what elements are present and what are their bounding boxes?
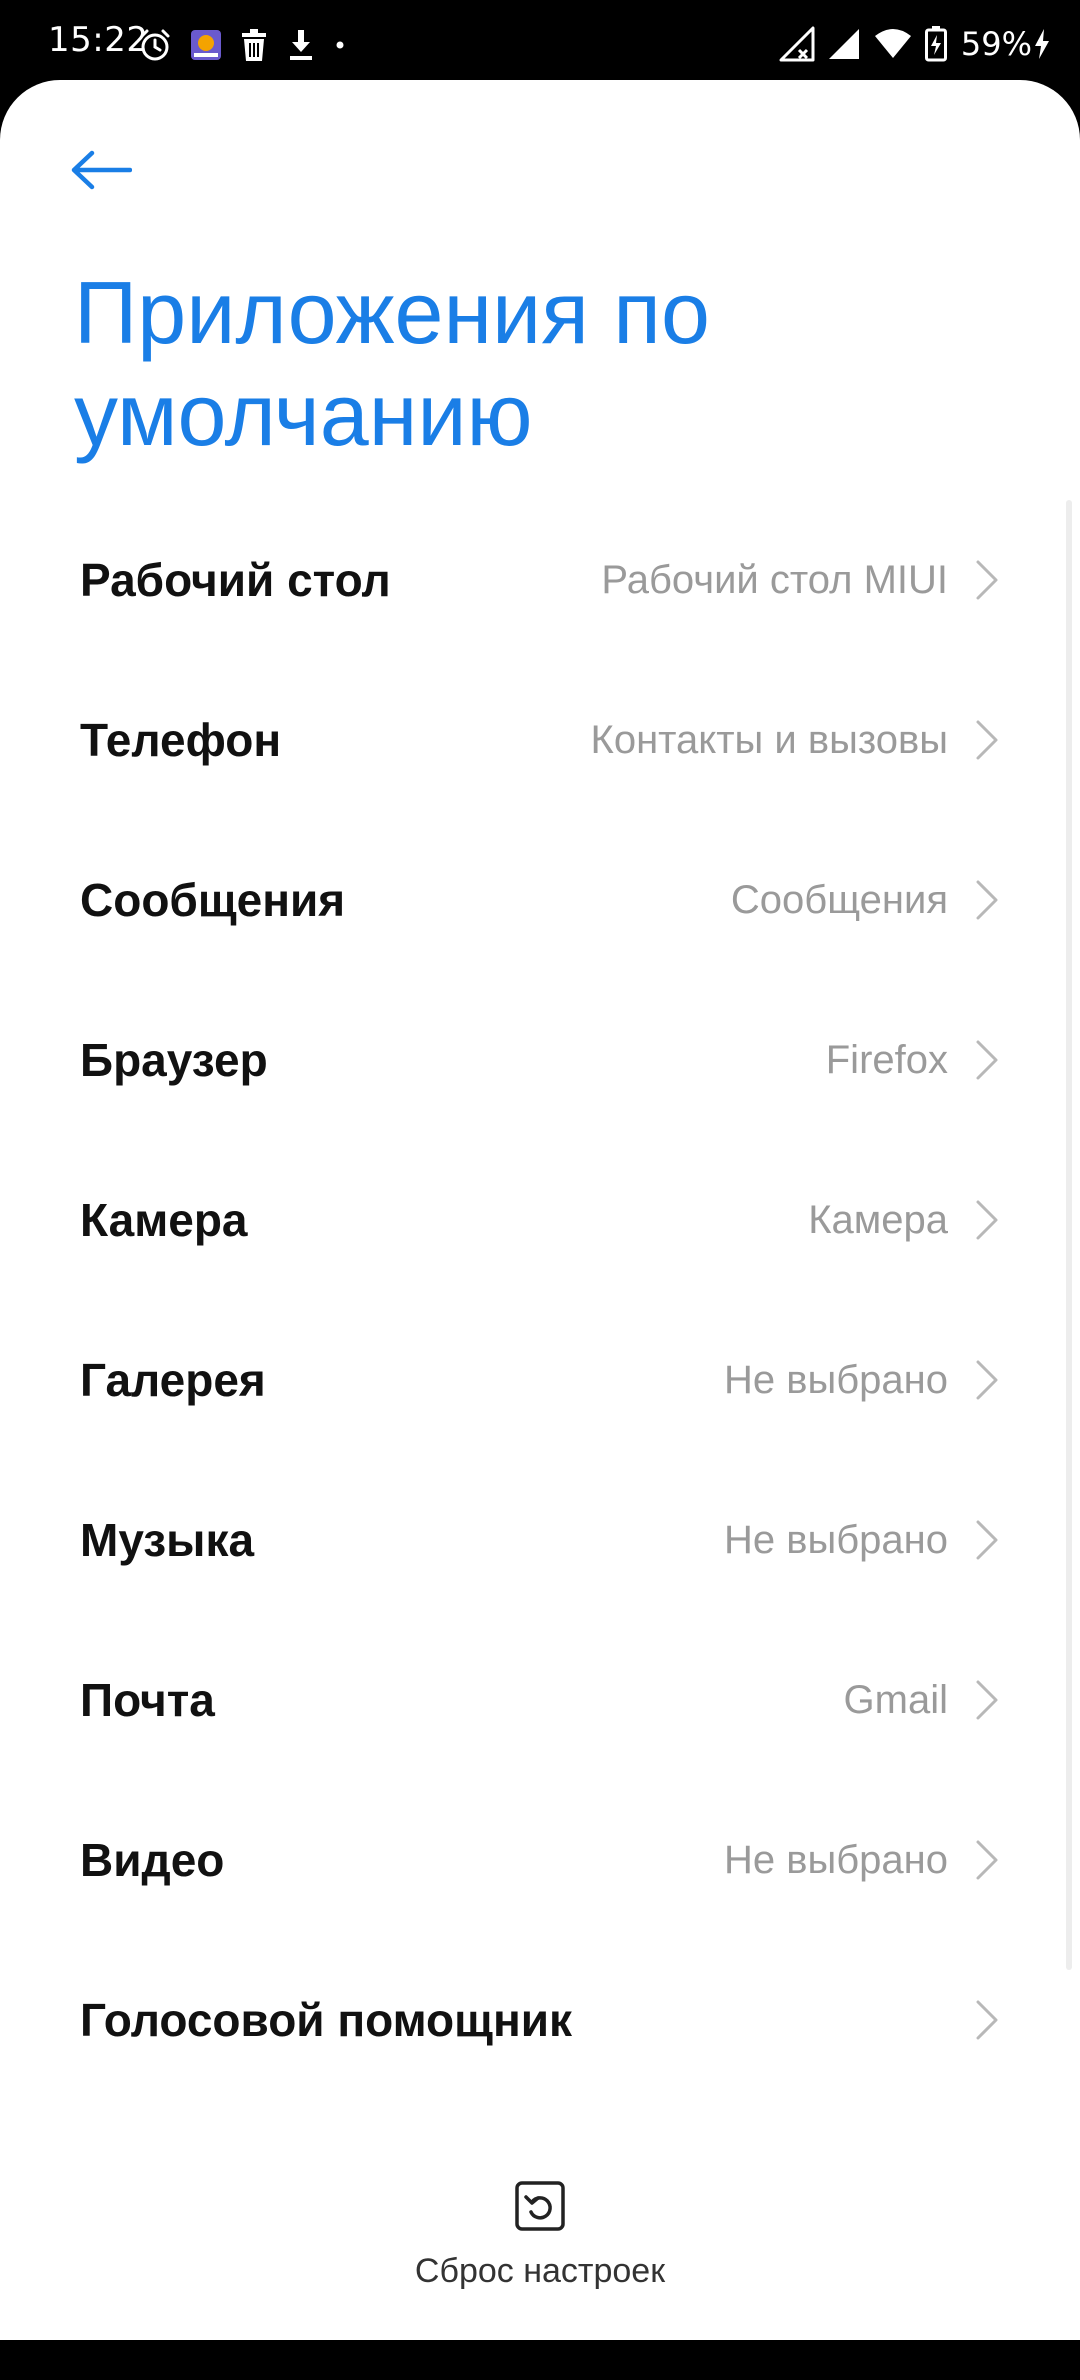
signal-icon [827, 27, 861, 61]
reset-settings-button[interactable]: Сброс настроек [0, 2180, 1080, 2380]
status-time: 15:22 [48, 20, 149, 60]
row-label: Галерея [80, 1354, 266, 1406]
arrow-left-icon [71, 150, 132, 190]
row-value: Firefox [825, 1037, 948, 1082]
row-value: Сообщения [730, 877, 948, 922]
row-label: Камера [80, 1194, 248, 1246]
default-app-row-gallery[interactable]: Галерея Не выбрано [0, 1300, 1080, 1460]
default-app-row-voice-assistant[interactable]: Голосовой помощник [0, 1940, 1080, 2100]
chevron-right-icon [976, 2000, 998, 2040]
chevron-right-icon [976, 1520, 998, 1560]
row-label: Голосовой помощник [80, 1994, 573, 2046]
row-value: Камера [808, 1197, 948, 1242]
status-left-icons [138, 25, 364, 65]
chevron-right-icon [976, 880, 998, 920]
battery-percent: 59% [960, 25, 1032, 63]
default-apps-list: Рабочий стол Рабочий стол MIUI Телефон К… [0, 500, 1080, 2100]
battery-charging-icon [924, 26, 947, 62]
dot-icon [334, 39, 346, 51]
row-value: Не выбрано [724, 1357, 948, 1402]
chevron-right-icon [976, 1040, 998, 1080]
default-app-row-home[interactable]: Рабочий стол Рабочий стол MIUI [0, 500, 1080, 660]
reset-icon [515, 2181, 565, 2231]
charging-bolt-icon [1034, 29, 1050, 59]
chevron-right-icon [976, 560, 998, 600]
reset-label: Сброс настроек [414, 2252, 666, 2290]
back-button[interactable] [70, 130, 160, 210]
default-app-row-phone[interactable]: Телефон Контакты и вызовы [0, 660, 1080, 820]
row-value: Рабочий стол MIUI [601, 557, 948, 602]
row-value: Не выбрано [724, 1517, 948, 1562]
row-value: Не выбрано [724, 1837, 948, 1882]
row-value: Gmail [843, 1677, 948, 1722]
row-label: Видео [80, 1834, 225, 1886]
alarm-icon [138, 28, 172, 62]
chevron-right-icon [976, 720, 998, 760]
status-right-icons: 59% [767, 24, 1050, 64]
signal-no-data-icon [779, 26, 815, 62]
default-app-row-video[interactable]: Видео Не выбрано [0, 1780, 1080, 1940]
chevron-right-icon [976, 1200, 998, 1240]
chevron-right-icon [976, 1360, 998, 1400]
app-notification-icon [190, 29, 222, 61]
chevron-right-icon [976, 1840, 998, 1880]
status-bar: 15:22 59% [0, 0, 1080, 80]
settings-sheet: Приложения по умолчанию Рабочий стол Раб… [0, 80, 1080, 2340]
page-title: Приложения по умолчанию [74, 263, 710, 464]
trash-icon [240, 28, 268, 62]
row-label: Рабочий стол [80, 554, 391, 606]
row-label: Сообщения [80, 874, 346, 926]
chevron-right-icon [976, 1680, 998, 1720]
row-label: Почта [80, 1674, 215, 1726]
default-app-row-browser[interactable]: Браузер Firefox [0, 980, 1080, 1140]
row-label: Телефон [80, 714, 282, 766]
download-icon [286, 28, 316, 62]
default-app-row-camera[interactable]: Камера Камера [0, 1140, 1080, 1300]
row-value: Контакты и вызовы [590, 717, 948, 762]
row-label: Музыка [80, 1514, 255, 1566]
default-app-row-mail[interactable]: Почта Gmail [0, 1620, 1080, 1780]
row-label: Браузер [80, 1034, 268, 1086]
wifi-icon [873, 28, 913, 60]
default-app-row-music[interactable]: Музыка Не выбрано [0, 1460, 1080, 1620]
default-app-row-messages[interactable]: Сообщения Сообщения [0, 820, 1080, 980]
